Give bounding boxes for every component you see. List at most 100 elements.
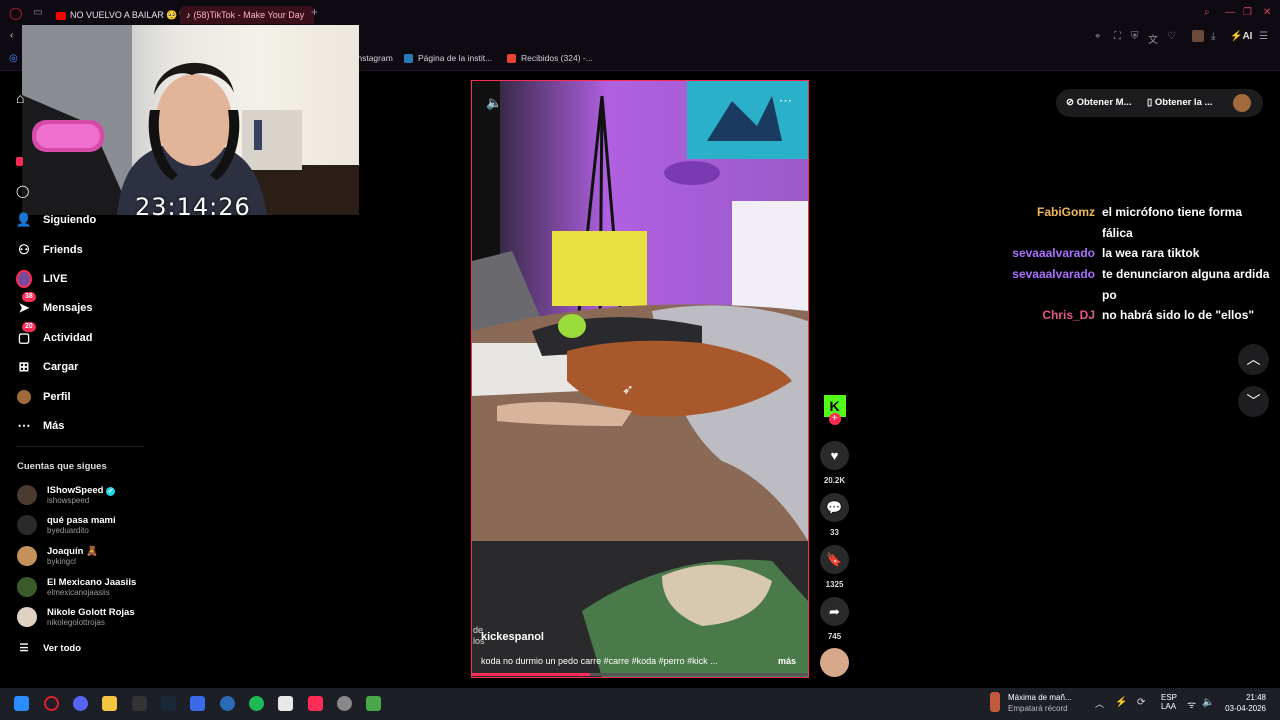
search-icon[interactable]: ⌕: [1204, 7, 1210, 18]
avatar: [17, 546, 37, 566]
video-player[interactable]: 🔈 ⋯ ➶ kickespanol de los koda no durmio …: [471, 80, 809, 678]
bookmark-institution[interactable]: Página de la instit...: [404, 53, 492, 64]
home-icon[interactable]: ⌂: [16, 90, 24, 106]
spotify-icon[interactable]: [249, 696, 264, 711]
new-tab-button[interactable]: +: [311, 5, 318, 19]
wifi-icon[interactable]: ᯤ: [1187, 697, 1196, 711]
extension-avatar-icon[interactable]: [1192, 30, 1204, 42]
speaker-icon[interactable]: 🔈: [1202, 697, 1214, 708]
tray-app-icon[interactable]: ⚡: [1115, 697, 1127, 708]
windows-start-icon[interactable]: [14, 696, 29, 711]
epic-games-icon[interactable]: [132, 696, 147, 711]
video-author[interactable]: kickespanol: [481, 631, 544, 643]
tab-panel-icon[interactable]: ▭: [33, 7, 42, 18]
browser-icon[interactable]: [220, 696, 235, 711]
discord-icon[interactable]: [73, 696, 88, 711]
back-icon[interactable]: ‹: [10, 30, 13, 41]
explore-icon[interactable]: ◯: [16, 184, 29, 198]
following-item-elmexicanojaasiis[interactable]: El Mexicano Jaasiis elmexicanojaasiis: [17, 574, 136, 600]
volume-icon[interactable]: 🔈: [486, 95, 502, 111]
bookmark-instagram[interactable]: Instagram: [355, 53, 393, 63]
webcam-feed-image: [22, 25, 359, 215]
tab-tiktok[interactable]: ♪ (58)TikTok - Make Your Day: [180, 6, 314, 24]
avatar: [17, 577, 37, 597]
chevron-up-icon: ︿: [1246, 351, 1261, 367]
file-explorer-icon[interactable]: [102, 696, 117, 711]
capcut-icon[interactable]: [278, 696, 293, 711]
see-all-link[interactable]: ☰ Ver todo: [16, 638, 82, 658]
notification-dot-icon: [16, 157, 23, 166]
chevron-down-icon: ﹀: [1246, 393, 1261, 409]
share-button[interactable]: ➦ 745: [820, 597, 849, 641]
following-item-bykingcl[interactable]: Joaquín 🧸 bykingcl: [17, 543, 98, 569]
translate-icon[interactable]: 文: [1148, 31, 1158, 46]
speed-dial-icon[interactable]: ◎: [9, 53, 18, 64]
save-button[interactable]: 🔖 1325: [820, 545, 849, 589]
heart-outline-icon[interactable]: ♡: [1167, 31, 1176, 42]
snapshot-icon[interactable]: ⛶: [1114, 31, 1121, 42]
shield-icon[interactable]: ⛨: [1131, 31, 1139, 42]
chat-user-3: sevaaalvarado: [1012, 267, 1095, 281]
caption-more-button[interactable]: más: [778, 656, 796, 666]
comment-icon: 💬: [820, 493, 849, 522]
institution-icon: [404, 54, 413, 64]
weather-subtitle: Empatará récord: [1008, 704, 1068, 713]
video-progress-track[interactable]: [472, 673, 808, 676]
people-icon: 👤: [15, 212, 33, 227]
user-avatar[interactable]: [1233, 94, 1251, 112]
nav-activity[interactable]: ▢ 20 Actividad: [16, 322, 93, 348]
tab-youtube[interactable]: NO VUELVO A BAILAR 🥺🤘: [50, 6, 182, 24]
tray-expand-icon[interactable]: ︿: [1095, 697, 1104, 710]
next-video-button[interactable]: ﹀: [1238, 386, 1269, 417]
tiktok-tab-icon: ♪: [186, 10, 191, 20]
maximize-icon[interactable]: ❐: [1243, 7, 1252, 18]
stream-clock: 23:14:26: [135, 193, 251, 221]
tray-sync-icon[interactable]: ⟳: [1137, 697, 1145, 708]
nav-live[interactable]: LIVE: [16, 269, 67, 289]
get-coins-button[interactable]: ⊘ Obtener M...: [1066, 97, 1132, 108]
minecraft-icon[interactable]: [366, 696, 381, 711]
pin-icon[interactable]: ⌖: [1095, 31, 1101, 42]
following-item-ishowspeed[interactable]: IShowSpeed ✓ ishowspeed: [17, 482, 116, 508]
opera-logo-icon[interactable]: ◯: [9, 6, 22, 20]
bookmark-icon: 🔖: [820, 545, 849, 574]
ai-button[interactable]: ⚡AI: [1230, 31, 1252, 42]
tiktok-taskbar-icon[interactable]: [308, 696, 323, 711]
messages-badge: 38: [22, 292, 36, 302]
menu-icon[interactable]: ☰: [1259, 31, 1268, 42]
kick-channel-avatar[interactable]: K +: [820, 395, 849, 425]
roblox-icon[interactable]: [190, 696, 205, 711]
avatar: [17, 485, 37, 505]
bookmark-gmail[interactable]: Recibidos (324) -...: [507, 53, 593, 64]
close-icon[interactable]: ✕: [1263, 7, 1271, 18]
weather-title[interactable]: Máxima de mañ...: [1008, 693, 1072, 702]
opera-taskbar-icon[interactable]: [44, 696, 59, 711]
download-icon[interactable]: ⤓: [1211, 31, 1215, 42]
obs-icon[interactable]: [337, 696, 352, 711]
nav-friends[interactable]: ⚇ Friends: [16, 240, 83, 260]
previous-video-button[interactable]: ︿: [1238, 344, 1269, 375]
chat-message-3: te denunciaron alguna ardida po: [1102, 267, 1270, 302]
video-frame-image: [472, 81, 808, 677]
following-item-byeduardito[interactable]: qué pasa mami byeduardito: [17, 512, 116, 538]
clock-time[interactable]: 21:48: [1222, 693, 1266, 702]
following-item-nikolegolottrojas[interactable]: Nikole Golott Rojas nikolegolottrojas: [17, 604, 135, 630]
get-app-button[interactable]: ▯ Obtener la ...: [1147, 97, 1212, 108]
steam-icon[interactable]: [161, 696, 176, 711]
clock-date[interactable]: 03-04-2026: [1222, 704, 1266, 713]
nav-following[interactable]: 👤 Siguiendo: [16, 210, 96, 230]
language-indicator[interactable]: ESP LAA: [1161, 693, 1177, 711]
weather-icon[interactable]: [990, 692, 1000, 712]
comment-button[interactable]: 💬 33: [820, 493, 849, 537]
nav-messages[interactable]: ➤ 38 Mensajes: [16, 292, 93, 318]
minimize-icon[interactable]: —: [1225, 7, 1235, 18]
nav-profile[interactable]: Perfil: [16, 387, 71, 407]
like-button[interactable]: ♥ 20.2K: [820, 441, 849, 485]
upload-icon: ⊞: [18, 359, 30, 374]
music-disc-button[interactable]: [820, 648, 849, 677]
video-options-icon[interactable]: ⋯: [779, 93, 792, 109]
video-progress-fill: [472, 673, 590, 676]
nav-more[interactable]: ⋯ Más: [16, 416, 65, 436]
youtube-icon: [56, 11, 66, 20]
nav-upload[interactable]: ⊞ Cargar: [16, 357, 79, 377]
